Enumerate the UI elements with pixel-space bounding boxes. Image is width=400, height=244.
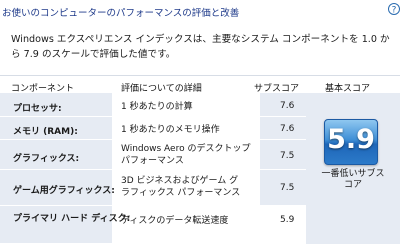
subscore-cell: 7.5: [260, 170, 306, 206]
component-cell: ゲーム用グラフィックス:: [0, 170, 115, 206]
detail-text: 1 秒あたりの計算: [121, 102, 193, 112]
detail-text: 3D ビジネスおよびゲーム グ ラフィックス パフォーマンス: [121, 175, 240, 199]
subscore-value: 7.5: [280, 151, 295, 161]
subscore-value: 7.5: [280, 183, 295, 193]
subscore-value: 7.6: [280, 101, 295, 111]
detail-line: ラフィックス パフォーマンス: [121, 188, 241, 198]
detail-text: Windows Aero のデスクトップ パフォーマンス: [121, 143, 250, 167]
component-cell: メモリ (RAM):: [0, 117, 112, 140]
subscore-value: 7.6: [280, 124, 295, 134]
component-cell: グラフィックス:: [0, 140, 112, 170]
detail-line: Windows Aero のデスクトップ: [121, 144, 251, 154]
help-question-icon: ?: [388, 3, 400, 16]
component-label: メモリ (RAM):: [13, 127, 78, 137]
component-label: プロセッサ:: [13, 104, 62, 114]
subscore-cell: 7.5: [260, 140, 306, 170]
component-label: ゲーム用グラフィックス:: [13, 186, 115, 196]
base-score-badge: 5.9: [324, 119, 378, 165]
base-score-caption: 一番低いサブス コア: [306, 169, 400, 191]
detail-text: 1 秒あたりのメモリ操作: [121, 125, 220, 135]
component-label: プライマリ ハード ディスク:: [13, 214, 131, 224]
page-title: お使いのコンピューターのパフォーマンスの評価と改善: [2, 8, 240, 19]
table-header: コンポーネント 評価についての詳細 サブスコア 基本スコア: [0, 76, 400, 94]
base-score-value: 5.9: [327, 124, 375, 155]
svg-text:?: ?: [392, 6, 397, 16]
component-cell: プロセッサ:: [0, 93, 112, 117]
detail-text: ディスクのデータ転送速度: [121, 216, 229, 226]
caption-line: コア: [343, 180, 362, 190]
component-cell: プライマリ ハード ディスク:: [0, 206, 130, 244]
component-label: グラフィックス:: [13, 154, 80, 164]
subscore-cell: 7.6: [260, 117, 306, 140]
score-table: コンポーネント 評価についての詳細 サブスコア 基本スコア プロセッサ: 1 秒…: [0, 75, 400, 244]
help-icon[interactable]: ?: [388, 2, 400, 16]
subscore-cell-lowest: 5.9: [260, 206, 306, 244]
caption-line: 一番低いサブス: [321, 169, 385, 179]
subscore-value: 5.9: [280, 215, 295, 225]
description: Windows エクスペリエンス インデックスは、主要なシステム コンポーネント…: [11, 34, 390, 60]
detail-line: パフォーマンス: [121, 156, 184, 166]
detail-line: 3D ビジネスおよびゲーム グ: [121, 176, 239, 186]
base-score-panel: 5.9 一番低いサブス コア: [306, 93, 400, 244]
subscore-cell: 7.6: [260, 93, 306, 117]
